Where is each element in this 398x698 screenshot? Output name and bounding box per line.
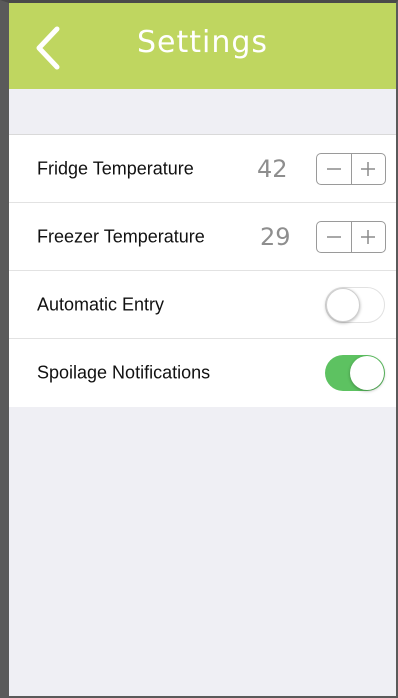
freezer-decrement-button[interactable] — [317, 222, 351, 252]
page-title: Settings — [136, 25, 269, 60]
freezer-temperature-row: Freezer Temperature 29 — [9, 203, 396, 271]
fridge-temperature-stepper — [316, 152, 386, 185]
fridge-temperature-value: 42 — [257, 154, 288, 183]
fridge-temperature-row: Fridge Temperature 42 — [9, 135, 396, 203]
automatic-entry-label: Automatic Entry — [37, 294, 165, 314]
freezer-temperature-stepper — [316, 220, 386, 253]
settings-list: Fridge Temperature 42 Freezer Temperatur… — [9, 134, 396, 407]
app-window: Settings Fridge Temperature 42 Freezer T… — [0, 0, 398, 698]
fridge-increment-button[interactable] — [350, 153, 386, 184]
toggle-knob — [326, 287, 360, 322]
freezer-temperature-label: Freezer Temperature — [37, 226, 205, 246]
freezer-temperature-value: 29 — [260, 222, 291, 251]
spoilage-notifications-row: Spoilage Notifications — [9, 339, 396, 407]
minus-icon — [326, 167, 341, 170]
automatic-entry-row: Automatic Entry — [9, 271, 396, 339]
automatic-entry-toggle[interactable] — [325, 286, 385, 323]
spoilage-notifications-toggle[interactable] — [325, 355, 385, 391]
navigation-bar: Settings — [9, 3, 396, 89]
freezer-increment-button[interactable] — [350, 221, 386, 252]
minus-icon — [326, 235, 341, 238]
plus-icon — [361, 161, 376, 176]
fridge-decrement-button[interactable] — [317, 154, 351, 184]
plus-icon — [361, 229, 376, 244]
spoilage-notifications-label: Spoilage Notifications — [37, 362, 211, 383]
fridge-temperature-label: Fridge Temperature — [37, 158, 194, 178]
toggle-knob — [350, 356, 384, 390]
